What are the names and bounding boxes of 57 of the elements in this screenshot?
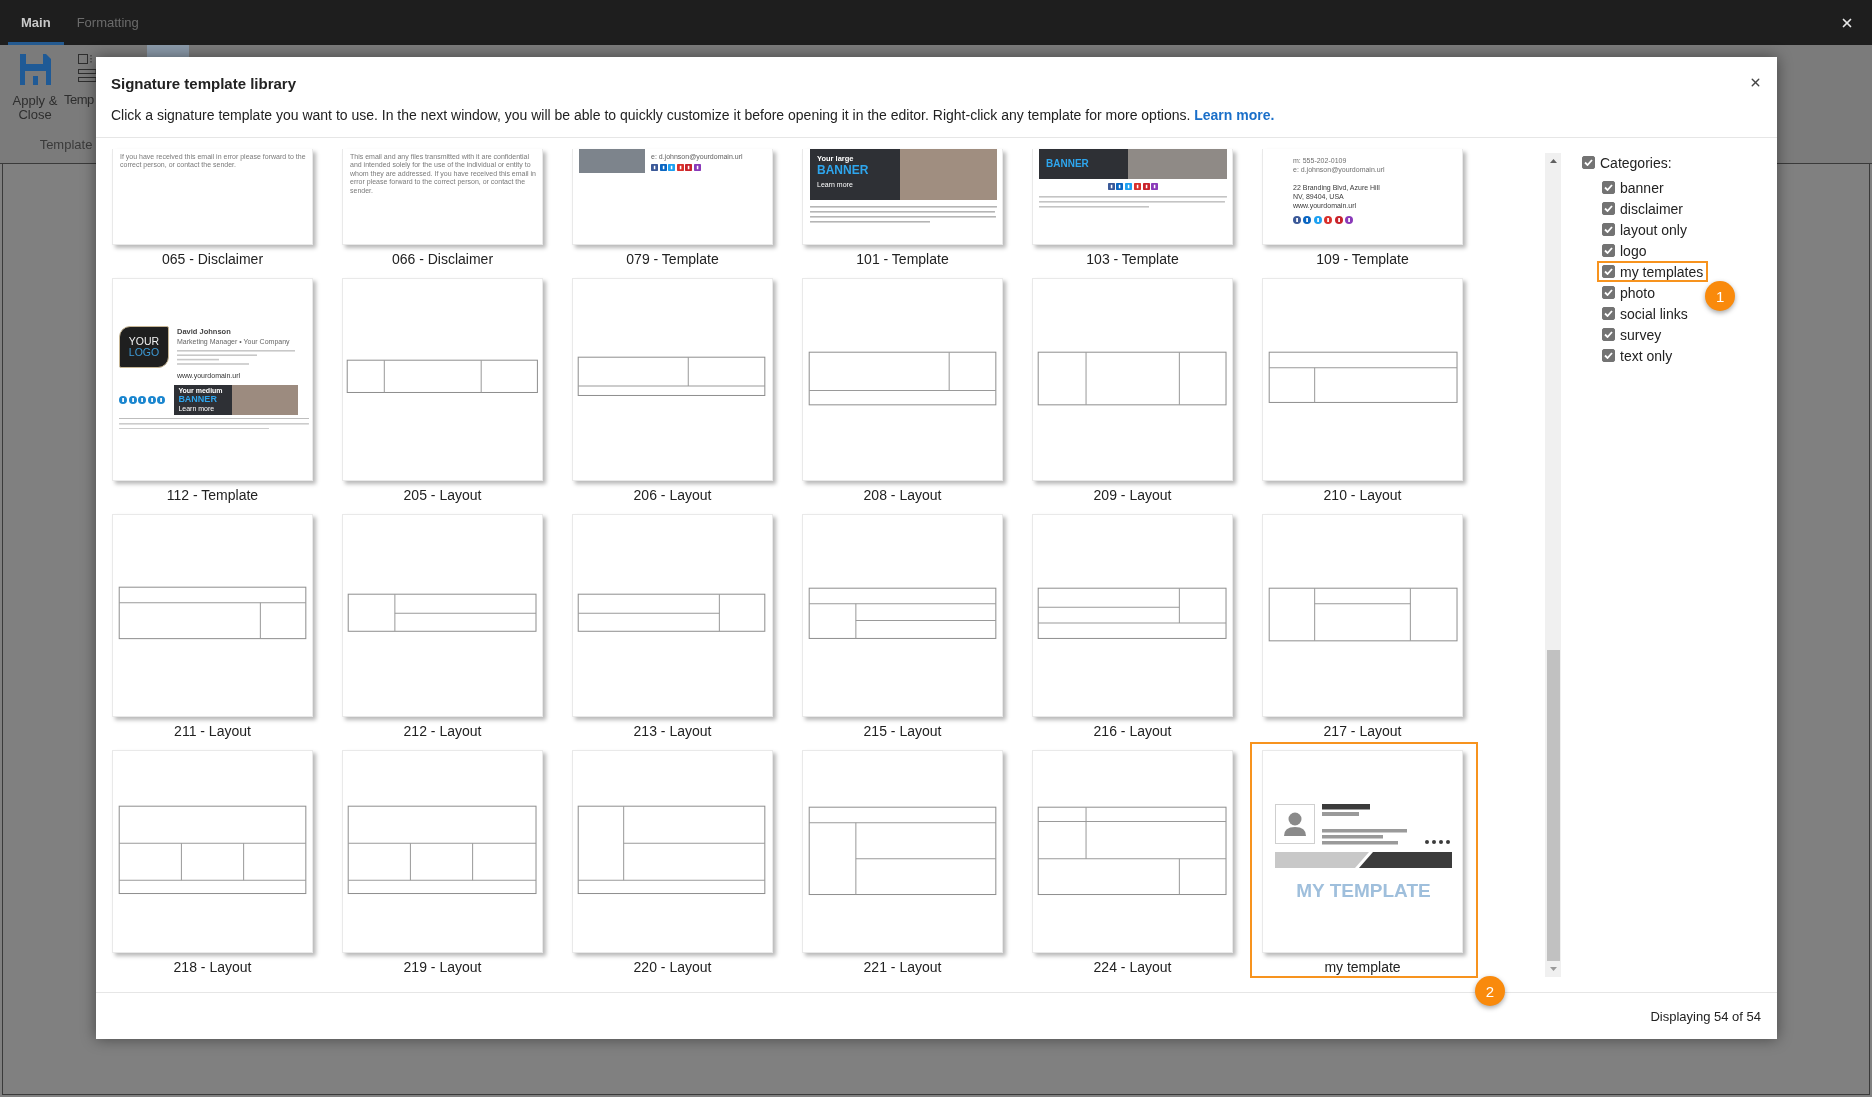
category-checkbox[interactable]: Categories: [1577, 152, 1677, 173]
category-checkbox[interactable]: logo [1597, 240, 1652, 261]
template-tile[interactable]: 212 - Layout [330, 506, 558, 742]
social-icon [1303, 216, 1312, 225]
social-icon [1324, 216, 1333, 225]
photo-placeholder [232, 384, 299, 415]
banner-title: BANNER [1046, 159, 1089, 169]
learn-more-link[interactable]: Learn more. [1194, 107, 1275, 123]
group-label: Template [39, 135, 93, 154]
callout-badge: 1 [1705, 281, 1736, 311]
template-tile[interactable]: 209 - Layout [1020, 270, 1248, 506]
layout-icon [78, 54, 96, 84]
social-icon [1293, 216, 1301, 225]
category-checkbox[interactable]: social links [1597, 303, 1693, 324]
template-tile[interactable]: 224 - Layout [1020, 742, 1248, 978]
template-tile[interactable]: 220 - Layout [560, 742, 788, 978]
social-icon [128, 395, 137, 404]
template-tile[interactable]: 206 - Layout [560, 270, 788, 506]
category-checkbox[interactable]: banner [1597, 177, 1669, 198]
close-button[interactable] [1749, 76, 1762, 89]
logo: YOUR LOGO [119, 326, 169, 368]
template-tile[interactable]: 208 - Layout [790, 270, 1018, 506]
template-tile[interactable]: 218 - Layout [100, 742, 328, 978]
category-checkbox[interactable]: my templates [1597, 261, 1709, 282]
template-tile[interactable]: 211 - Layout [100, 506, 328, 742]
category-checkbox[interactable]: photo [1597, 282, 1661, 303]
social-icon [138, 395, 147, 404]
photo-placeholder [579, 149, 645, 173]
social-icon [147, 395, 156, 404]
template-tile[interactable]: 221 - Layout [790, 742, 1018, 978]
result-count: Displaying 54 of 54 [1650, 1008, 1761, 1024]
callout-badge: 2 [1475, 976, 1505, 1006]
category-checkbox[interactable]: layout only [1597, 219, 1692, 240]
social-icon [157, 395, 166, 404]
social-icon [1334, 216, 1343, 225]
category-checkbox[interactable]: text only [1597, 345, 1678, 366]
template-tile[interactable]: 219 - Layout [330, 742, 558, 978]
template-tile[interactable]: 205 - Layout [330, 270, 558, 506]
template-tile[interactable]: 210 - Layout [1250, 270, 1478, 506]
social-icon [1313, 216, 1322, 225]
template-tile[interactable]: 216 - Layout [1020, 506, 1248, 742]
dialog-description: Click a signature template you want to use. In the next window, you will be able to quickly customize it before opening it in the editor. Right-click any template for more options. Learn more. [111, 106, 1275, 125]
category-checkbox[interactable]: survey [1597, 324, 1667, 345]
template-tile[interactable]: MY TEMPLATE my template [1250, 742, 1478, 978]
banner-title: BANNER [178, 394, 217, 404]
template-tile[interactable]: 217 - Layout [1250, 506, 1478, 742]
social-icon [1344, 216, 1353, 225]
template-tile[interactable]: BANNER 103 - Template [1020, 149, 1248, 270]
dialog-title: Signature template library [111, 74, 297, 94]
watermark-text: MY TEMPLATE [1296, 880, 1431, 902]
category-checkbox[interactable]: disclaimer [1597, 198, 1688, 219]
scrollbar-thumb[interactable] [1546, 650, 1560, 961]
template-tile[interactable]: 213 - Layout [560, 506, 788, 742]
banner-title: BANNER [817, 163, 869, 176]
template-tile[interactable]: 215 - Layout [790, 506, 1018, 742]
close-icon [1749, 76, 1762, 89]
save-icon [19, 54, 51, 85]
